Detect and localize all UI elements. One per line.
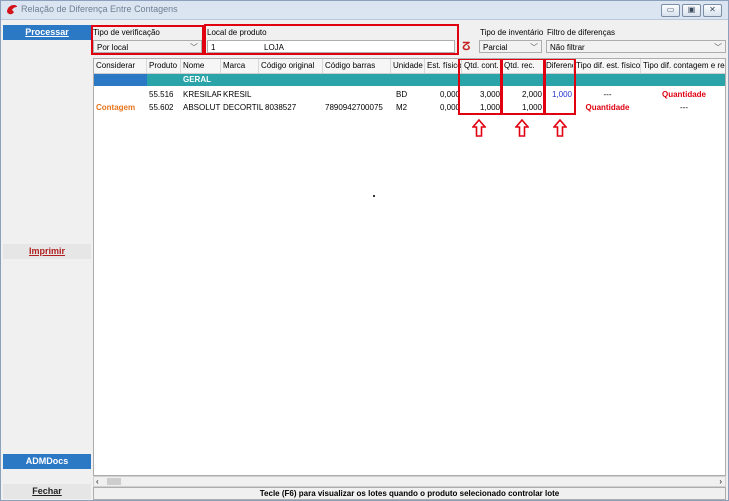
cell-produto: 55.602 xyxy=(149,103,174,112)
highlight-box xyxy=(204,24,459,55)
cell-codigo-original xyxy=(259,89,323,101)
main-panel: Tipo de verificação Por local ﹀ Local de… xyxy=(91,21,726,500)
main-window: Relação de Diferença Entre Contagens ▭ ▣… xyxy=(0,0,729,501)
cell-marca: KRESIL xyxy=(223,90,252,99)
cell-produto: 55.516 xyxy=(149,90,174,99)
col-codigo-original[interactable]: Código original xyxy=(259,59,323,73)
print-label: Imprimir xyxy=(28,246,65,256)
col-produto[interactable]: Produto xyxy=(147,59,181,73)
horizontal-scrollbar[interactable]: ‹ › xyxy=(93,476,726,487)
cell-codigo-barras: 7890942700075 xyxy=(325,103,383,112)
col-est-fisico[interactable]: Est. físico xyxy=(425,59,462,73)
table-header: Considerar Produto Nome Marca Código ori… xyxy=(94,59,725,74)
app-logo-icon xyxy=(7,5,17,15)
status-bar: Tecle (F6) para visualizar os lotes quan… xyxy=(93,487,726,500)
cell-considerar xyxy=(94,89,147,101)
sidebar: Processar Imprimir ADMDocs Fechar xyxy=(3,21,91,500)
inventory-type-label: Tipo de inventário xyxy=(480,28,544,37)
arrow-up-icon xyxy=(472,119,486,137)
highlight-box xyxy=(544,59,576,115)
window-title: Relação de Diferença Entre Contagens xyxy=(21,4,178,14)
close-label: Fechar xyxy=(32,486,62,496)
cell-codigo-original: 8038527 xyxy=(265,103,297,112)
highlight-box xyxy=(501,59,545,115)
group-marker xyxy=(94,74,147,86)
cell-est-fisico: 0,000 xyxy=(439,90,460,99)
cell-nome: KRESILAR xyxy=(183,90,221,99)
admdocs-button[interactable]: ADMDocs xyxy=(3,454,91,469)
differences-table[interactable]: Considerar Produto Nome Marca Código ori… xyxy=(93,58,726,476)
chevron-down-icon: ﹀ xyxy=(714,43,722,52)
print-button[interactable]: Imprimir xyxy=(3,244,91,259)
difference-filter-value: Não filtrar xyxy=(550,43,585,52)
col-tipo-dif-cont[interactable]: Tipo dif. contagem e recontagem xyxy=(641,59,725,73)
col-nome[interactable]: Nome xyxy=(181,59,221,73)
cell-tipo-dif-cont: Quantidade xyxy=(661,90,706,99)
arrow-up-icon xyxy=(553,119,567,137)
chevron-right-icon[interactable]: › xyxy=(719,477,722,486)
col-tipo-dif-est[interactable]: Tipo dif. est. físico xyxy=(574,59,641,73)
cell-tipo-dif-est: --- xyxy=(603,90,612,99)
col-codigo-barras[interactable]: Código barras xyxy=(323,59,391,73)
group-row: GERAL xyxy=(94,74,725,86)
process-button[interactable]: Processar xyxy=(3,25,91,40)
table-row[interactable]: Contagem 55.602 ABSOLUT ( DECORTILES 803… xyxy=(94,102,725,114)
close-button[interactable]: ✕ xyxy=(703,4,722,17)
chevron-down-icon: ﹀ xyxy=(530,43,538,52)
cell-codigo-barras xyxy=(323,89,391,101)
highlight-box xyxy=(458,59,502,115)
col-unidade[interactable]: Unidade xyxy=(391,59,425,73)
cell-tipo-dif-cont: --- xyxy=(680,103,688,112)
minimize-button[interactable]: ▭ xyxy=(661,4,680,17)
col-marca[interactable]: Marca xyxy=(221,59,259,73)
cell-est-fisico: 0,000 xyxy=(439,103,460,112)
difference-filter-select[interactable]: Não filtrar ﹀ xyxy=(546,40,726,53)
cell-tipo-dif-est: Quantidade xyxy=(585,103,630,112)
col-considerar[interactable]: Considerar xyxy=(94,59,147,73)
scroll-thumb[interactable] xyxy=(107,478,121,485)
difference-filter-label: Filtro de diferenças xyxy=(547,28,616,37)
process-label: Processar xyxy=(25,27,69,37)
cell-considerar: Contagem xyxy=(96,103,136,112)
cell-unidade: BD xyxy=(396,90,408,99)
cell-marca: DECORTILES xyxy=(223,103,263,112)
arrow-up-icon xyxy=(515,119,529,137)
inventory-type-value: Parcial xyxy=(483,43,508,52)
title-bar: Relação de Diferença Entre Contagens ▭ ▣… xyxy=(1,1,728,20)
close-window-button[interactable]: Fechar xyxy=(3,484,91,499)
table-row[interactable]: 55.516 KRESILAR KRESIL BD 0,000 3,000 2,… xyxy=(94,89,725,101)
search-icon[interactable]: ⵒ xyxy=(462,40,470,53)
cell-nome: ABSOLUT ( xyxy=(183,103,221,112)
inventory-type-select[interactable]: Parcial ﹀ xyxy=(479,40,542,53)
group-label: GERAL xyxy=(183,75,211,84)
cursor-dot xyxy=(373,195,375,197)
restore-button[interactable]: ▣ xyxy=(682,4,701,17)
highlight-box xyxy=(91,25,204,55)
chevron-left-icon[interactable]: ‹ xyxy=(96,477,99,486)
cell-unidade: M2 xyxy=(396,103,408,112)
